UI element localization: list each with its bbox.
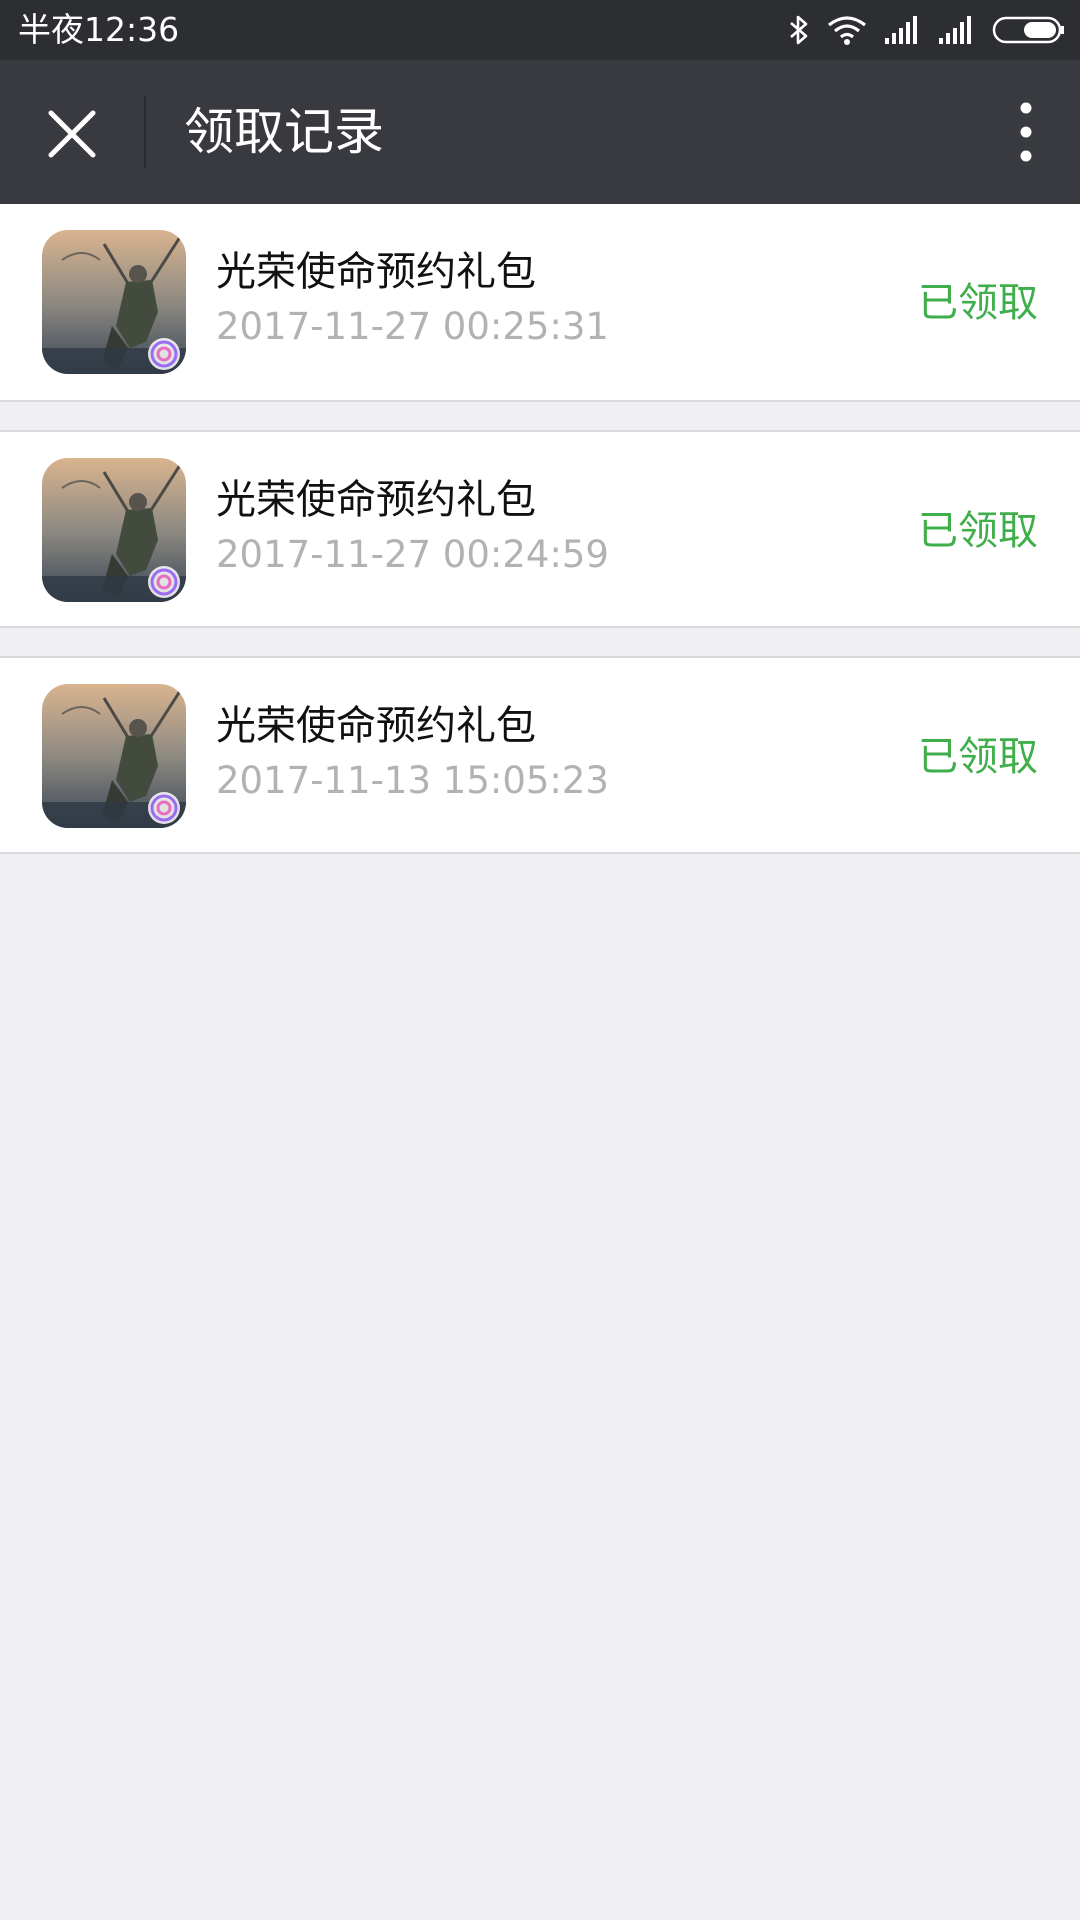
- record-time: 2017-11-27 00:24:59: [216, 533, 609, 576]
- wifi-icon: [826, 14, 868, 46]
- nav-divider: [144, 96, 146, 168]
- close-button[interactable]: [30, 92, 114, 176]
- status-badge: 已领取: [918, 508, 1038, 554]
- more-vertical-icon: [1020, 102, 1032, 162]
- bluetooth-icon: [788, 14, 810, 46]
- record-text: 光荣使命预约礼包 2017-11-13 15:05:23: [216, 698, 609, 808]
- status-icons: [788, 0, 1066, 60]
- battery-icon: [992, 15, 1066, 45]
- signal-icon: [884, 14, 922, 46]
- game-icon: [42, 230, 186, 374]
- record-time: 2017-11-13 15:05:23: [216, 759, 609, 802]
- page-title: 领取记录: [184, 103, 384, 161]
- record-name: 光荣使命预约礼包: [216, 249, 536, 295]
- status-badge: 已领取: [918, 734, 1038, 780]
- status-badge: 已领取: [918, 280, 1038, 326]
- record-name: 光荣使命预约礼包: [216, 477, 536, 523]
- record-text: 光荣使命预约礼包 2017-11-27 00:25:31: [216, 244, 609, 354]
- nav-bar: 领取记录: [0, 60, 1080, 204]
- status-time: 半夜12:36: [18, 10, 180, 49]
- more-button[interactable]: [994, 90, 1058, 174]
- list-item[interactable]: 光荣使命预约礼包 2017-11-27 00:25:31 已领取: [0, 204, 1080, 402]
- signal-icon: [938, 14, 976, 46]
- record-name: 光荣使命预约礼包: [216, 703, 536, 749]
- game-icon: [42, 684, 186, 828]
- game-icon: [42, 458, 186, 602]
- list-item[interactable]: 光荣使命预约礼包 2017-11-13 15:05:23 已领取: [0, 656, 1080, 854]
- status-bar: 半夜12:36: [0, 0, 1080, 60]
- record-text: 光荣使命预约礼包 2017-11-27 00:24:59: [216, 472, 609, 582]
- records-list: 光荣使命预约礼包 2017-11-27 00:25:31 已领取 光荣使命预约礼…: [0, 204, 1080, 882]
- list-item[interactable]: 光荣使命预约礼包 2017-11-27 00:24:59 已领取: [0, 430, 1080, 628]
- close-icon: [48, 110, 96, 158]
- record-time: 2017-11-27 00:25:31: [216, 305, 609, 348]
